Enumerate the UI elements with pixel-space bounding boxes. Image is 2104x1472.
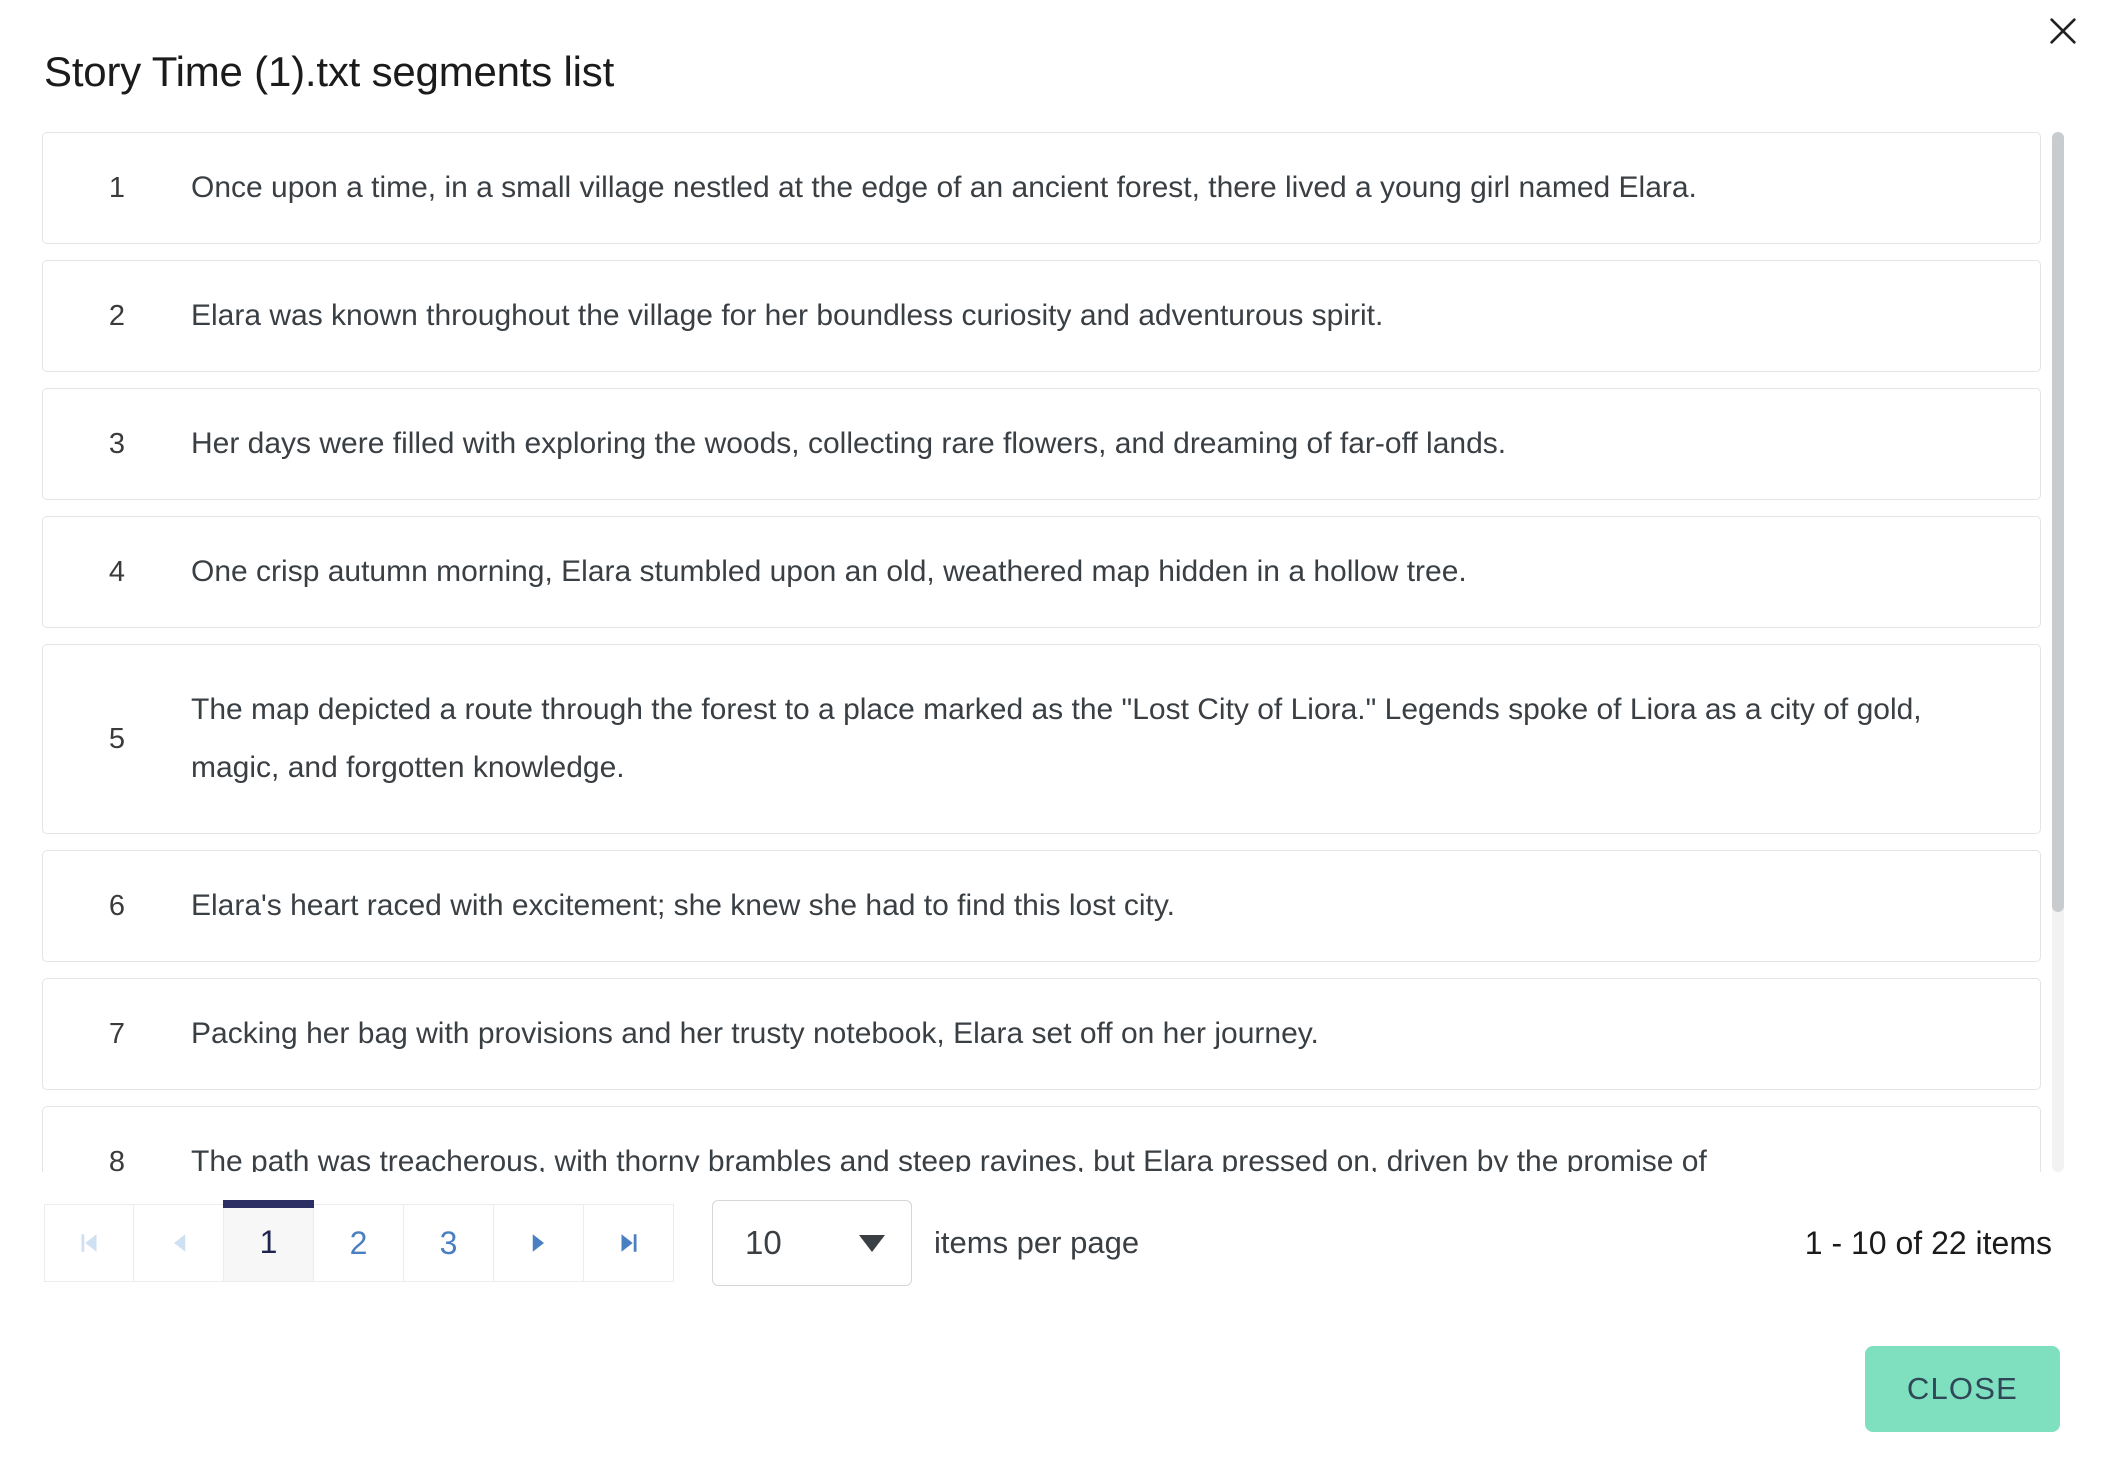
table-row[interactable]: 5 The map depicted a route through the f… xyxy=(42,644,2041,835)
segment-index: 4 xyxy=(108,555,126,588)
table-row[interactable]: 8 The path was treacherous, with thorny … xyxy=(42,1106,2041,1173)
segment-text: The path was treacherous, with thorny br… xyxy=(191,1145,1707,1173)
previous-page-button[interactable] xyxy=(134,1204,224,1282)
segment-index: 1 xyxy=(108,171,126,204)
items-per-page-label: items per page xyxy=(934,1225,1140,1260)
segment-text: Elara was known throughout the village f… xyxy=(191,299,1384,333)
scrollbar-thumb[interactable] xyxy=(2052,132,2064,913)
segment-index: 5 xyxy=(108,722,126,755)
items-per-page-value: 10 xyxy=(745,1224,782,1261)
next-page-button[interactable] xyxy=(494,1204,584,1282)
dialog-actions: CLOSE xyxy=(1864,1346,2060,1432)
page-button-3[interactable]: 3 xyxy=(404,1204,494,1282)
segment-text: One crisp autumn morning, Elara stumbled… xyxy=(191,555,1467,589)
table-row[interactable]: 1 Once upon a time, in a small village n… xyxy=(42,132,2041,245)
segment-index: 7 xyxy=(108,1017,126,1050)
segment-index: 8 xyxy=(108,1145,126,1173)
page-button-1[interactable]: 1 xyxy=(223,1200,314,1282)
close-icon[interactable] xyxy=(2040,8,2086,54)
table-row[interactable]: 2 Elara was known throughout the village… xyxy=(42,260,2041,373)
table-row[interactable]: 3 Her days were filled with exploring th… xyxy=(42,388,2041,501)
segment-text: The map depicted a route through the for… xyxy=(191,692,1922,785)
segments-dialog: Story Time (1).txt segments list 1 Once … xyxy=(0,0,2104,1472)
item-count-status: 1 - 10 of 22 items xyxy=(1804,1224,2052,1261)
items-per-page-select[interactable]: 10 xyxy=(712,1200,912,1286)
segments-list: 1 Once upon a time, in a small village n… xyxy=(42,132,2064,1173)
pagination-bar: 1 2 3 10 items per page 1 - 10 of 22 ite… xyxy=(0,1182,2104,1304)
page-button-2[interactable]: 2 xyxy=(314,1204,404,1282)
table-row[interactable]: 6 Elara's heart raced with excitement; s… xyxy=(42,850,2041,963)
segments-list-inner: 1 Once upon a time, in a small village n… xyxy=(42,132,2047,1173)
segment-index: 3 xyxy=(108,427,126,460)
segment-text: Her days were filled with exploring the … xyxy=(191,427,1507,461)
page-title: Story Time (1).txt segments list xyxy=(44,48,615,95)
segment-text: Elara's heart raced with excitement; she… xyxy=(191,889,1175,923)
segment-index: 2 xyxy=(108,299,126,332)
segment-text: Packing her bag with provisions and her … xyxy=(191,1017,1319,1051)
segment-text: Once upon a time, in a small village nes… xyxy=(191,171,1697,205)
table-row[interactable]: 4 One crisp autumn morning, Elara stumbl… xyxy=(42,516,2041,629)
first-page-button[interactable] xyxy=(44,1204,134,1282)
chevron-down-icon xyxy=(859,1234,885,1252)
pagination: 1 2 3 xyxy=(44,1200,674,1282)
segment-index: 6 xyxy=(108,889,126,922)
close-button[interactable]: CLOSE xyxy=(1864,1346,2060,1432)
scrollbar[interactable] xyxy=(2052,132,2064,1173)
table-row[interactable]: 7 Packing her bag with provisions and he… xyxy=(42,978,2041,1091)
last-page-button[interactable] xyxy=(584,1204,674,1282)
